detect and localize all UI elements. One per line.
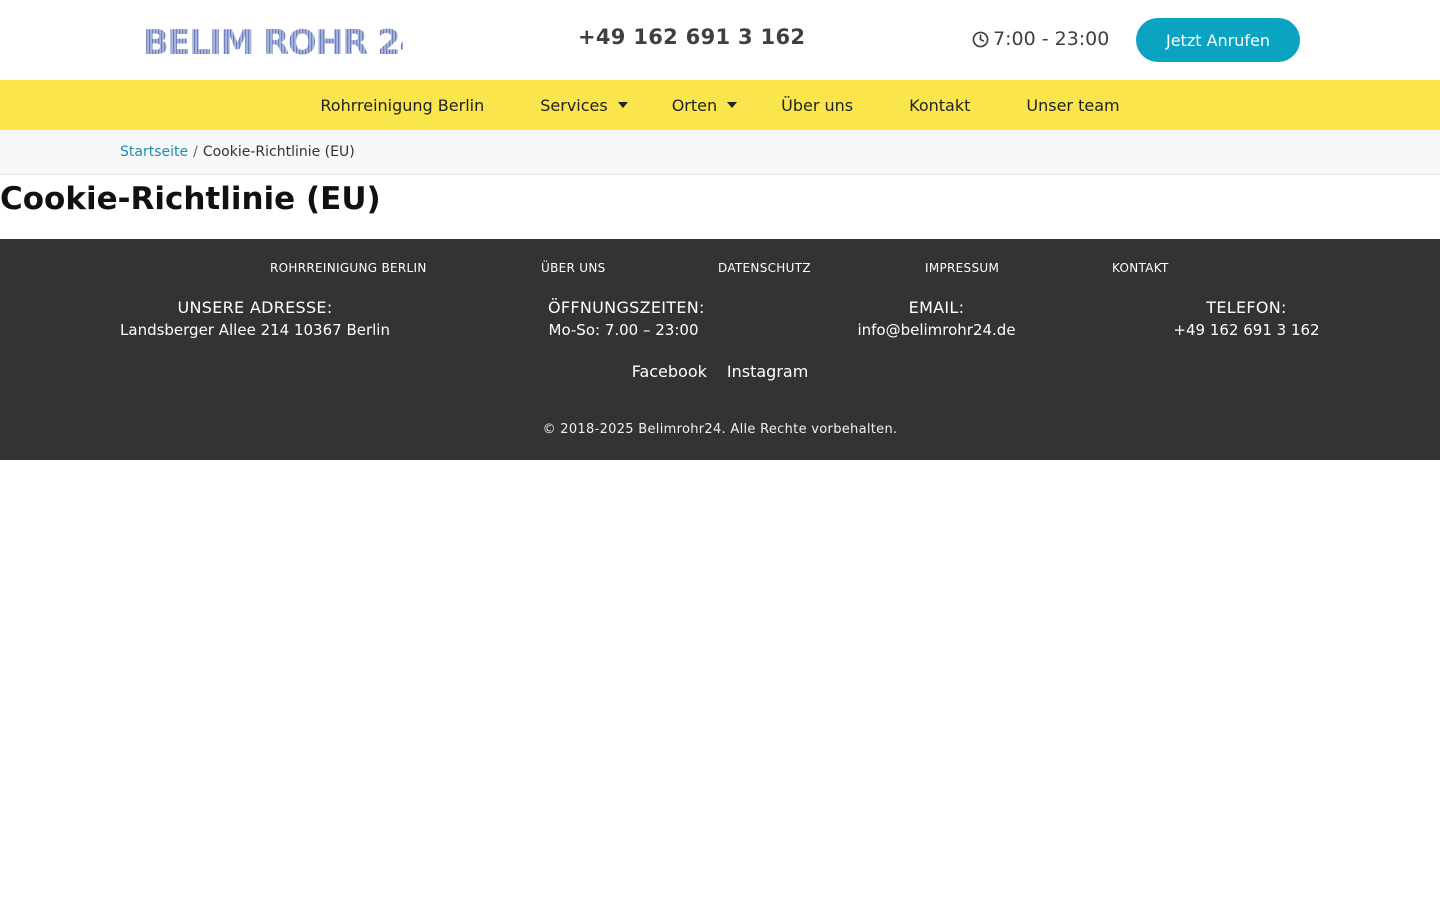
breadcrumb: Startseite / Cookie-Richtlinie (EU): [0, 130, 1440, 175]
footer-links: ROHRREINIGUNG BERLIN ÜBER UNS DATENSCHUT…: [0, 261, 1440, 277]
nav-item-label: Rohrreinigung Berlin: [320, 95, 485, 115]
breadcrumb-current: Cookie-Richtlinie (EU): [202, 144, 355, 160]
opening-hours-label: ÖFFNUNGSZEITEN:: [548, 298, 705, 317]
footer-link-ueber-uns[interactable]: ÜBER UNS: [541, 261, 606, 275]
breadcrumb-separator: /: [193, 144, 198, 160]
opening-hours-value: Mo-So: 7.00 – 23:00: [548, 321, 699, 339]
nav-item-label: Unser team: [1026, 95, 1120, 115]
nav-item-services[interactable]: Services: [540, 95, 628, 115]
nav-item-unser-team[interactable]: Unser team: [1026, 96, 1119, 115]
footer-link-impressum[interactable]: IMPRESSUM: [925, 261, 999, 275]
site-footer: ROHRREINIGUNG BERLIN ÜBER UNS DATENSCHUT…: [0, 239, 1440, 460]
main-navigation: Rohrreinigung Berlin Services Orten Über…: [0, 80, 1440, 130]
address-label: UNSERE ADRESSE:: [177, 298, 333, 317]
nav-item-kontakt[interactable]: Kontakt: [909, 96, 970, 115]
email-label: EMAIL:: [908, 298, 965, 317]
chevron-down-icon: [727, 102, 738, 108]
phone-label: TELEFON:: [1206, 298, 1287, 317]
address-value: Landsberger Allee 214 10367 Berlin: [120, 321, 390, 339]
chevron-down-icon: [617, 102, 628, 108]
clock-icon: [972, 31, 989, 47]
footer-link-rohrreinigung-berlin[interactable]: ROHRREINIGUNG BERLIN: [270, 261, 427, 275]
opening-hours: 7:00 - 23:00: [972, 28, 1109, 50]
copyright: © 2018-2025 Belimrohr24. Alle Rechte vor…: [542, 422, 898, 437]
call-now-button[interactable]: Jetzt Anrufen: [1136, 18, 1300, 62]
footer-link-kontakt[interactable]: KONTAKT: [1112, 261, 1169, 275]
svg-text:BELIM ROHR 24: BELIM ROHR 24: [143, 23, 403, 60]
social-links: Facebook Instagram: [0, 362, 1440, 381]
nav-item-rohrreinigung-berlin[interactable]: Rohrreinigung Berlin: [320, 96, 484, 115]
nav-item-label: Services: [540, 95, 608, 115]
nav-item-orten[interactable]: Orten: [671, 95, 738, 115]
nav-item-label: Orten: [671, 95, 718, 115]
footer-link-datenschutz[interactable]: DATENSCHUTZ: [718, 261, 811, 275]
opening-hours-text: 7:00 - 23:00: [993, 28, 1110, 50]
facebook-link[interactable]: Facebook: [632, 362, 707, 381]
header-phone-link[interactable]: +49 162 691 3 162: [578, 25, 805, 49]
nav-item-label: Kontakt: [909, 95, 971, 115]
breadcrumb-home-link[interactable]: Startseite: [120, 144, 188, 160]
footer-opening-hours: ÖFFNUNGSZEITEN: Mo-So: 7.00 – 23:00: [548, 296, 705, 342]
nav-item-ueber-uns[interactable]: Über uns: [781, 96, 853, 115]
footer-phone-link[interactable]: +49 162 691 3 162: [1173, 321, 1319, 339]
instagram-link[interactable]: Instagram: [727, 362, 808, 381]
site-header: BELIM ROHR 24 +49 162 691 3 162 7:00 - 2…: [0, 0, 1440, 80]
page-title: Cookie-Richtlinie (EU): [0, 181, 381, 217]
nav-item-label: Über uns: [781, 95, 854, 115]
email-link[interactable]: info@belimrohr24.de: [857, 321, 1015, 339]
footer-phone: TELEFON: +49 162 691 3 162: [1172, 296, 1321, 342]
site-logo[interactable]: BELIM ROHR 24: [143, 22, 403, 60]
footer-email: EMAIL: info@belimrohr24.de: [856, 296, 1017, 342]
logo-wordmark: BELIM ROHR 24: [143, 23, 403, 60]
main-content: Cookie-Richtlinie (EU): [0, 175, 1440, 239]
footer-address: UNSERE ADRESSE: Landsberger Allee 214 10…: [120, 296, 390, 342]
